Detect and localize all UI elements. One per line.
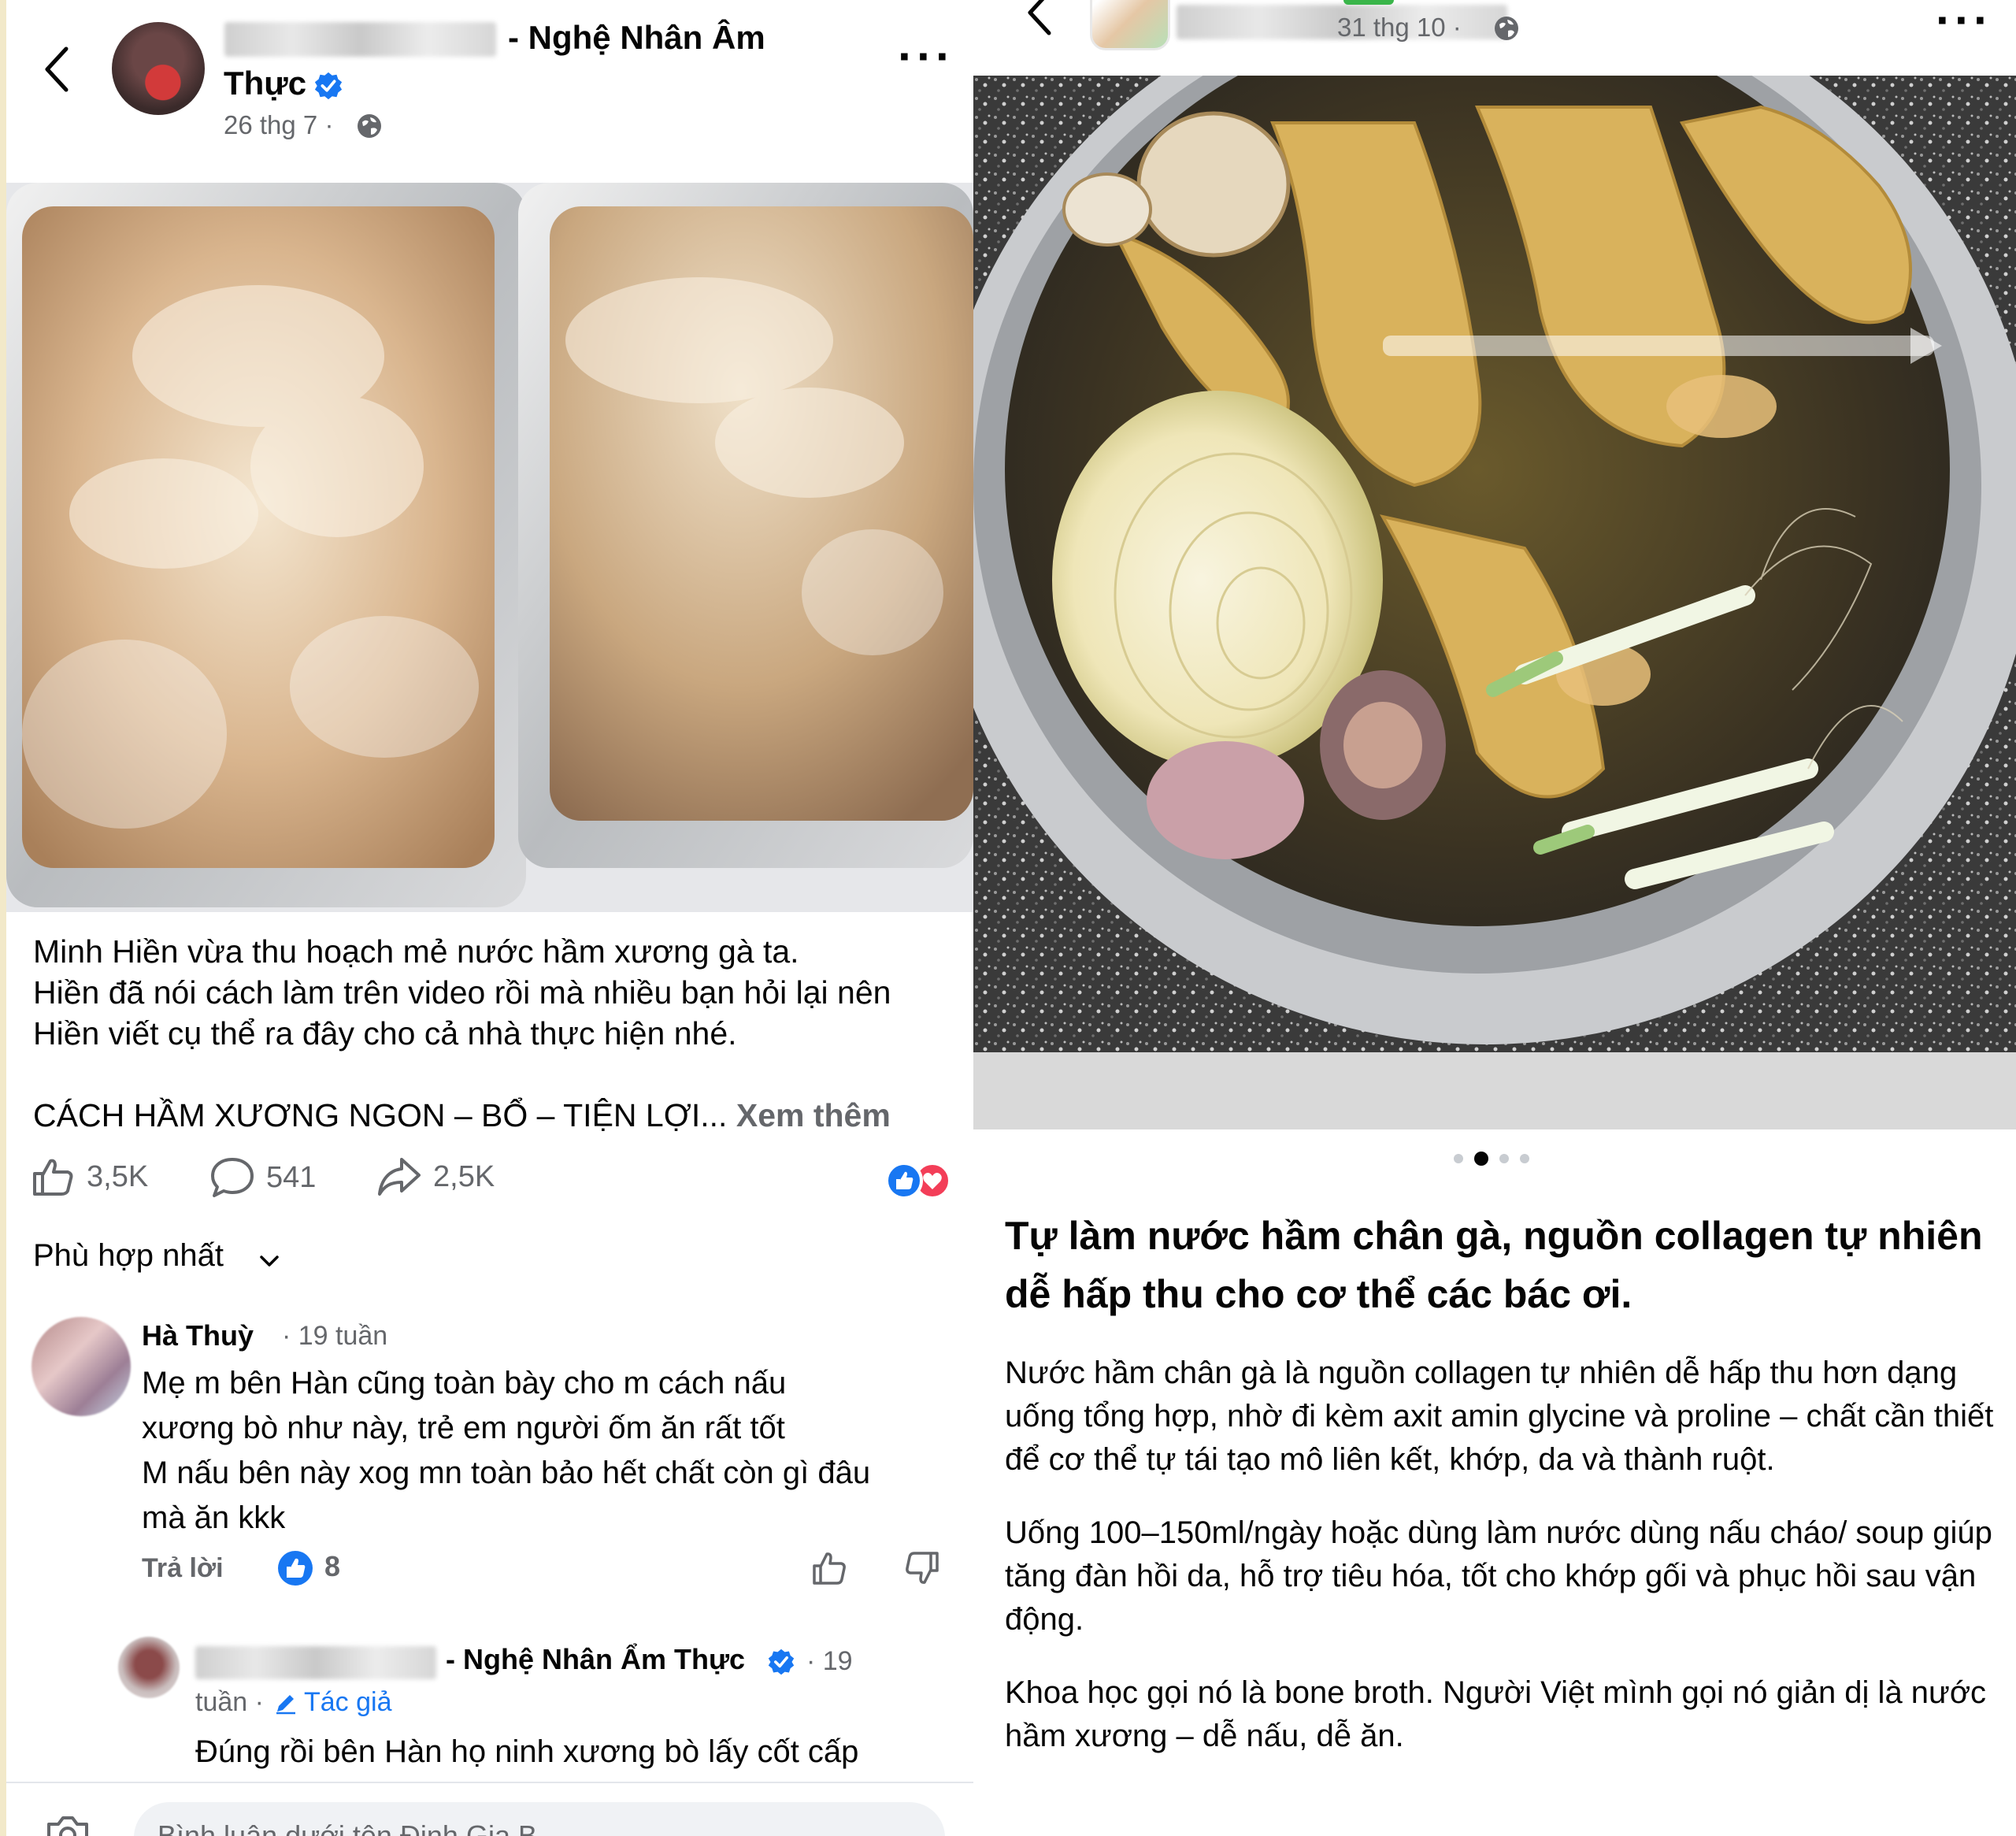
redacted-reply-author-name	[195, 1646, 436, 1679]
commenter-name[interactable]: Hà Thuỳ	[142, 1319, 254, 1352]
more-options-icon[interactable]: ···	[898, 33, 954, 80]
like-button[interactable]: 3,5K	[32, 1156, 148, 1197]
author-avatar[interactable]	[112, 22, 205, 115]
reply-timestamp: · 19	[806, 1646, 853, 1676]
pencil-icon	[276, 1694, 295, 1714]
post-photo-broth-trays[interactable]	[6, 183, 973, 912]
author-tag-label: Tác giả	[304, 1687, 392, 1717]
reply-timestamp-cont: tuần ·	[195, 1687, 264, 1717]
globe-icon	[1495, 17, 1518, 40]
upvote-thumb-icon[interactable]	[811, 1550, 847, 1586]
carousel-dot-active[interactable]	[1474, 1152, 1488, 1166]
broth-trays-illustration	[6, 183, 973, 912]
comment-timestamp: · 19 tuần	[282, 1321, 388, 1351]
left-post-panel: - Nghệ Nhân Âm Thực 26 thg 7 · ··· Minh …	[0, 0, 973, 1836]
reactions-summary-icon[interactable]	[876, 1161, 951, 1200]
post-paragraph: Uống 100–150ml/ngày hoặc dùng làm nước d…	[1005, 1515, 1992, 1637]
back-arrow-icon[interactable]	[41, 46, 72, 93]
back-arrow-icon[interactable]	[1024, 0, 1055, 36]
carousel-dot[interactable]	[1499, 1154, 1509, 1163]
comment-like-count: 8	[324, 1550, 341, 1582]
chevron-down-icon[interactable]	[257, 1248, 282, 1274]
like-reaction-icon	[278, 1551, 313, 1586]
comment-button[interactable]: 541	[209, 1156, 316, 1199]
comment-line: xương bò như này, trẻ em người ốm ăn rất…	[142, 1411, 785, 1445]
downvote-thumb-icon[interactable]	[904, 1550, 940, 1586]
post-timestamp[interactable]: 26 thg 7 ·	[224, 110, 333, 140]
post-photo-chicken-feet-pot[interactable]	[973, 76, 2016, 1129]
post-caption: Minh Hiền vừa thu hoạch mẻ nước hầm xươn…	[33, 931, 962, 1136]
comment-text: Mẹ m bên Hàn cũng toàn bày cho m cách nấ…	[142, 1361, 961, 1541]
verified-badge-icon	[314, 72, 343, 100]
see-more-link[interactable]: Xem thêm	[736, 1097, 891, 1133]
reply-button[interactable]: Trả lời	[142, 1553, 224, 1584]
redacted-author-name	[224, 22, 496, 57]
commenter-avatar[interactable]	[32, 1317, 131, 1416]
chicken-feet-pot-illustration	[973, 76, 2016, 1129]
post-timestamp[interactable]: 31 thg 10 ·	[1337, 13, 1462, 43]
green-label-badge	[1343, 0, 1394, 5]
comment-line: M nấu bên này xog mn toàn bảo hết chất c…	[142, 1456, 871, 1490]
author-name-line2[interactable]: Thực	[224, 65, 306, 102]
page-avatar[interactable]	[1090, 0, 1170, 50]
verified-badge-icon	[768, 1649, 795, 1675]
carousel-indicator[interactable]	[1454, 1152, 1529, 1166]
comment-line: Mẹ m bên Hàn cũng toàn bày cho m cách nấ…	[142, 1366, 787, 1400]
reply-author-avatar[interactable]	[118, 1637, 180, 1698]
author-tag: Tác giả	[274, 1687, 392, 1718]
like-count: 3,5K	[87, 1159, 149, 1193]
carousel-dot[interactable]	[1454, 1154, 1463, 1163]
share-count: 2,5K	[433, 1159, 495, 1193]
author-name-suffix[interactable]: - Nghệ Nhân Âm	[508, 19, 765, 57]
post-paragraph: Khoa học gọi nó là bone broth. Người Việ…	[1005, 1675, 1987, 1753]
camera-icon[interactable]	[46, 1812, 90, 1836]
caption-line: Minh Hiền vừa thu hoạch mẻ nước hầm xươn…	[33, 933, 799, 970]
carousel-dot[interactable]	[1520, 1154, 1529, 1163]
share-arrow-icon	[378, 1158, 421, 1196]
reply-author-name-suffix[interactable]: - Nghệ Nhân Ẩm Thực	[446, 1643, 745, 1676]
comment-count: 541	[266, 1160, 317, 1194]
comment-sort-dropdown[interactable]: Phù hợp nhất	[33, 1238, 224, 1274]
thumbs-up-icon	[33, 1159, 73, 1196]
post-body: Nước hầm chân gà là nguồn collagen tự nh…	[1005, 1352, 1999, 1788]
caption-line: Hiền viết cụ thể ra đây cho cả nhà thực …	[33, 1015, 737, 1052]
post-paragraph: Nước hầm chân gà là nguồn collagen tự nh…	[1005, 1356, 1994, 1477]
caption-line: Hiền đã nói cách làm trên video rồi mà n…	[33, 974, 891, 1011]
more-options-icon[interactable]: ···	[1936, 0, 1992, 44]
reply-text: Đúng rồi bên Hàn họ ninh xương bò lấy cố…	[195, 1734, 859, 1769]
comment-input-placeholder: Bình luận dưới tên Đinh Gia B...	[158, 1819, 561, 1836]
globe-icon	[358, 114, 381, 138]
right-post-panel: 31 thg 10 · ··· Tự làm nước hầm chân gà,…	[973, 0, 2016, 1836]
caption-heading: CÁCH HẦM XƯƠNG NGON – BỔ – TIỆN LỢI...	[33, 1097, 728, 1133]
comment-bubble-icon	[211, 1158, 254, 1197]
post-title: Tự làm nước hầm chân gà, nguồn collagen …	[1005, 1214, 1983, 1316]
share-button[interactable]: 2,5K	[376, 1156, 495, 1197]
comment-line: mà ăn kkk	[142, 1500, 286, 1535]
